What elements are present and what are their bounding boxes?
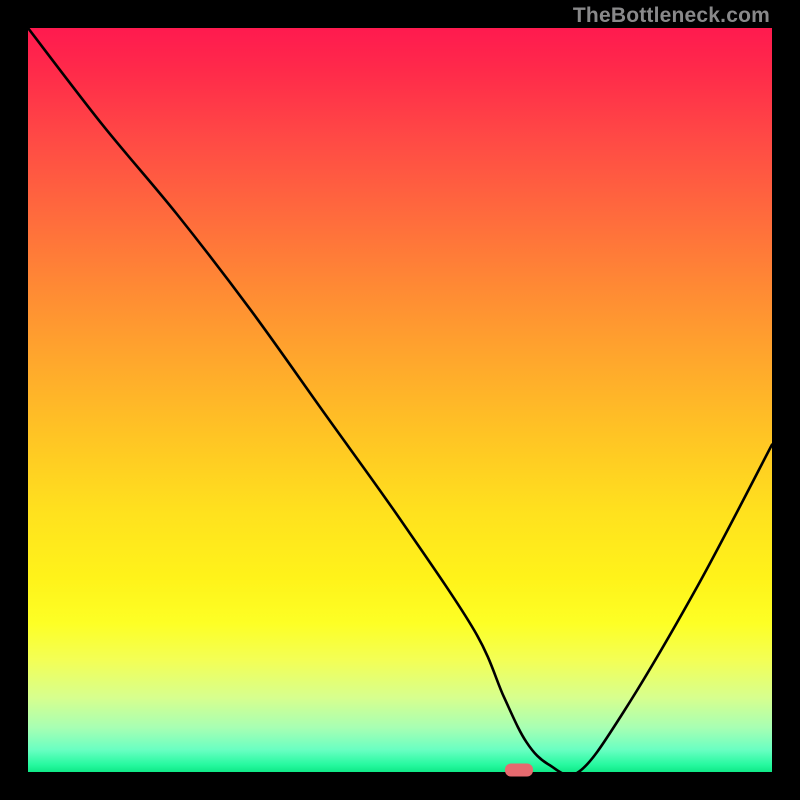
- watermark-text: TheBottleneck.com: [573, 4, 770, 28]
- curve-layer: [28, 28, 772, 772]
- plot-area: [28, 28, 772, 772]
- optimal-marker: [505, 764, 533, 777]
- bottleneck-curve: [28, 28, 772, 772]
- bottleneck-chart: TheBottleneck.com: [0, 0, 800, 800]
